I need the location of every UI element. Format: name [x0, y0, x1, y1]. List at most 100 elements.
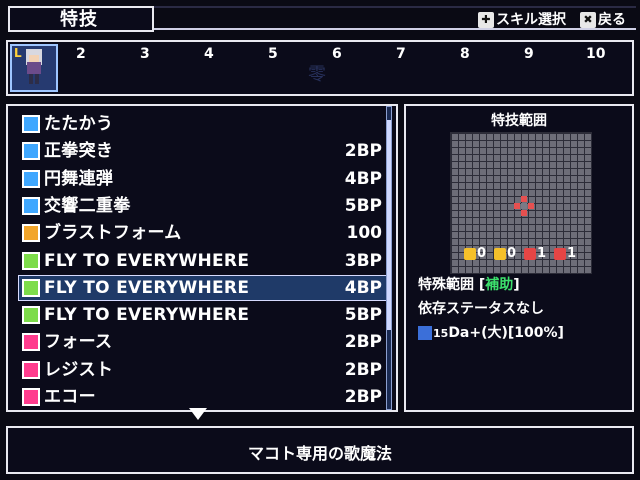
skill-cost: 5BP: [344, 195, 382, 216]
stat-value: 1: [537, 246, 547, 261]
effect-line: 15Da+(大)[100%]: [418, 322, 564, 342]
skill-row[interactable]: レジスト 2BP: [22, 357, 382, 383]
skill-row[interactable]: FLY TO EVERYWHERE 3BP: [22, 248, 382, 274]
party-slot-7[interactable]: 7: [396, 46, 406, 62]
faded-glyph: 零: [308, 64, 326, 85]
up-arrow-red-icon: [524, 247, 536, 260]
range-cell: [514, 203, 520, 209]
scroll-thumb[interactable]: [387, 120, 391, 330]
stat-down-red: 1: [554, 246, 576, 261]
skill-row[interactable]: FLY TO EVERYWHERE 4BP: [22, 275, 382, 301]
party-slot-8[interactable]: 8: [460, 46, 470, 62]
description-panel: マコト専用の歌魔法: [6, 426, 634, 474]
down-arrow-yellow-icon: [494, 247, 506, 260]
page-title: 特技: [60, 9, 98, 30]
skill-cost: 100: [346, 223, 383, 244]
skill-scrollbar[interactable]: [386, 106, 392, 410]
scroll-down-arrow-icon[interactable]: [189, 408, 207, 420]
stat-value: 1: [567, 246, 577, 261]
skill-row[interactable]: 正拳突き 2BP: [22, 138, 382, 164]
skill-name: フォース: [44, 332, 113, 353]
party-slot-6[interactable]: 6: [332, 46, 342, 62]
party-slot-3[interactable]: 3: [140, 46, 150, 62]
skill-icon: [22, 169, 40, 188]
skill-row[interactable]: たたかう: [22, 111, 382, 137]
special-range: 特殊範囲 [補助]: [418, 274, 520, 294]
special-range-label: 特殊範囲 [: [418, 277, 486, 293]
hint-back[interactable]: ✖ 戻る: [580, 9, 626, 29]
skill-cost: 3BP: [344, 250, 382, 271]
hint-back-label: 戻る: [598, 12, 626, 28]
skill-name: FLY TO EVERYWHERE: [44, 250, 250, 271]
range-cell: [521, 196, 527, 202]
special-range-close: ]: [513, 277, 520, 293]
dpad-icon: ✚: [478, 12, 494, 28]
song-icon: [22, 251, 40, 270]
leader-marker: L: [14, 46, 22, 60]
stat-value: 0: [507, 246, 517, 261]
skill-cost: 5BP: [344, 305, 382, 326]
skill-cost: 2BP: [344, 141, 382, 162]
skill-name: レジスト: [44, 359, 114, 380]
range-cell: [521, 210, 527, 216]
dependency-text: 依存ステータスなし: [418, 301, 544, 317]
party-slot-5[interactable]: 5: [268, 46, 278, 62]
range-cell: [528, 203, 534, 209]
skill-name: 交響二重拳: [44, 195, 131, 216]
song-plus-icon: [22, 278, 40, 297]
skill-row[interactable]: 交響二重拳 5BP: [22, 193, 382, 219]
stat-value: 0: [477, 246, 487, 261]
effect-text: Da+(大)[100%]: [448, 325, 564, 341]
buff-up-icon: [418, 326, 432, 340]
special-range-value: 補助: [485, 277, 514, 293]
skill-name: たたかう: [44, 114, 114, 134]
stat-up-red: 1: [524, 246, 546, 261]
title-box: 特技: [8, 6, 154, 32]
skill-icon: [22, 142, 40, 161]
skill-name: FLY TO EVERYWHERE: [44, 277, 250, 298]
skill-row[interactable]: フォース 2BP: [22, 329, 382, 355]
up-arrow-yellow-icon: [464, 247, 476, 260]
skill-range-panel: 特技範囲 0 0 1 1 特殊範囲 [補助] 依存ステータスなし 15Da+(大…: [404, 104, 634, 412]
skill-name: 正拳突き: [44, 141, 114, 162]
skill-name: エコー: [44, 387, 96, 407]
stat-down-yellow: 0: [494, 246, 516, 261]
vo-icon: [22, 333, 40, 352]
party-slot-9[interactable]: 9: [524, 46, 534, 62]
skill-row[interactable]: ブラストフォーム 100: [22, 220, 382, 246]
song-plus2-icon: [22, 306, 40, 325]
skill-row[interactable]: エコー 2BP: [22, 384, 382, 410]
stat-up-yellow: 0: [464, 246, 486, 261]
party-slot-1[interactable]: L: [10, 44, 58, 92]
skill-icon: [22, 196, 40, 215]
x-button-icon: ✖: [580, 12, 596, 28]
skill-name: 円舞連弾: [44, 168, 114, 189]
party-slot-2[interactable]: 2: [76, 46, 86, 62]
skill-name: ブラストフォーム: [44, 223, 182, 244]
attack-icon: [22, 115, 40, 133]
skill-cost: 4BP: [344, 277, 382, 298]
skill-cost: 4BP: [344, 168, 382, 189]
skill-cost: 2BP: [344, 359, 382, 380]
skill-row[interactable]: FLY TO EVERYWHERE 5BP: [22, 302, 382, 328]
hint-skill-select[interactable]: ✚ スキル選択: [478, 9, 566, 29]
down-arrow-red-icon: [554, 247, 566, 260]
skill-cost: 2BP: [344, 332, 382, 353]
skill-row[interactable]: 円舞連弾 4BP: [22, 166, 382, 192]
range-stats: 0 0 1 1: [464, 246, 584, 268]
skill-list-panel: たたかう正拳突き 2BP 円舞連弾 4BP 交響二重拳 5BP ブラストフォーム 100 FLY…: [6, 104, 398, 412]
party-bar: L 2 3 4 5 6 7 8 9 10 零: [6, 40, 634, 96]
vo-icon: [22, 360, 40, 379]
range-title: 特技範囲: [491, 113, 547, 129]
party-slot-10[interactable]: 10: [586, 46, 605, 62]
special-icon: [22, 224, 40, 243]
vo-icon: [22, 388, 40, 406]
party-slot-4[interactable]: 4: [204, 46, 214, 62]
header-rule-top: [154, 6, 636, 8]
hint-skill-select-label: スキル選択: [496, 12, 566, 28]
range-center-cell: [521, 203, 527, 209]
effect-level: 15: [433, 327, 449, 340]
skill-description: マコト専用の歌魔法: [247, 444, 392, 463]
skill-cost: 2BP: [344, 387, 382, 407]
skill-name: FLY TO EVERYWHERE: [44, 305, 250, 326]
